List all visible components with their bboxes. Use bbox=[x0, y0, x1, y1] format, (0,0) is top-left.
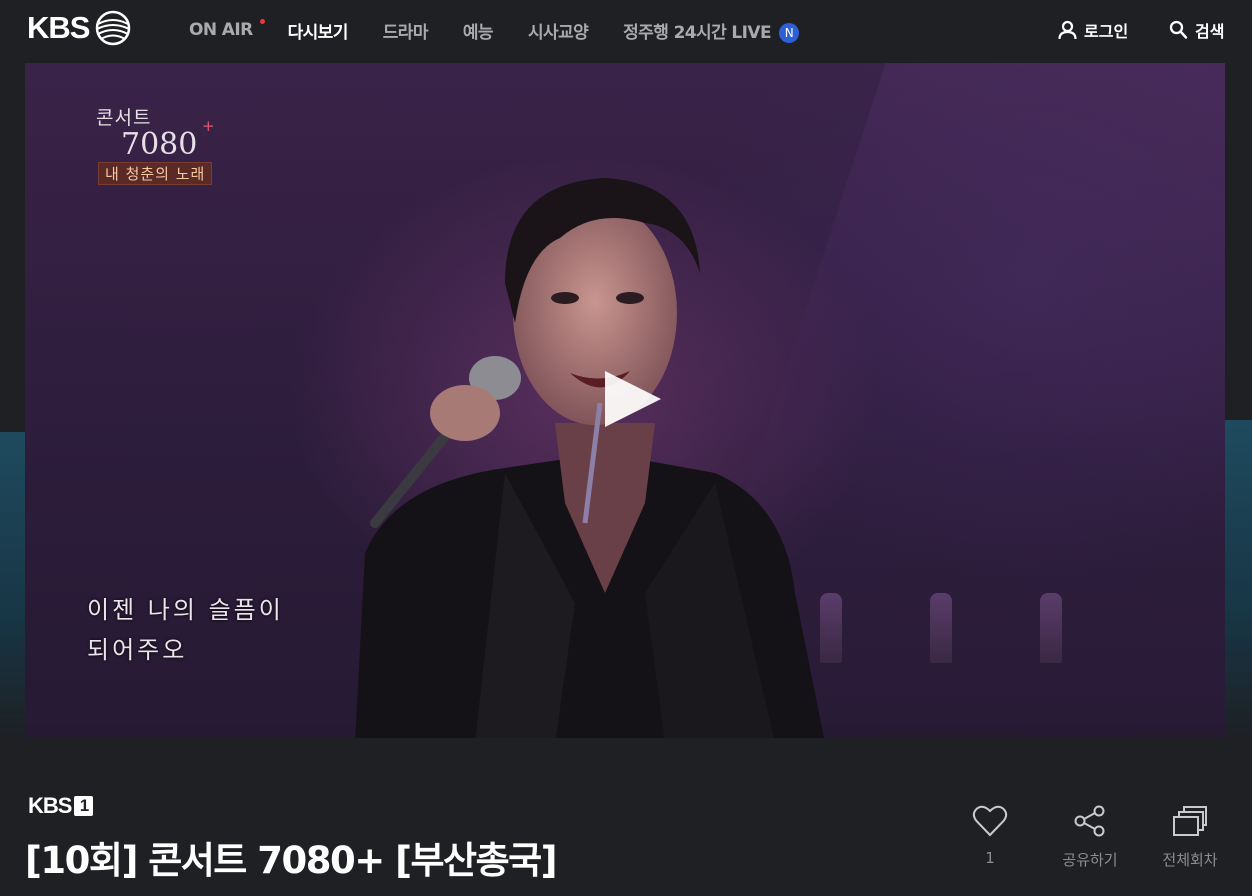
kbs-logo[interactable]: KBS bbox=[27, 10, 131, 46]
share-icon bbox=[1074, 805, 1105, 837]
nav-item-drama[interactable]: 드라마 bbox=[382, 18, 429, 43]
nav-item-on-air[interactable]: ON AIR bbox=[189, 19, 265, 40]
main-nav: ON AIR 다시보기 드라마 예능 시사교양 정주행 24시간 LIVE N bbox=[189, 18, 834, 43]
channel-number: 1 bbox=[74, 796, 94, 816]
all-episodes-button[interactable]: 전체회차 bbox=[1150, 803, 1230, 870]
singer-figure bbox=[355, 178, 824, 738]
heart-icon bbox=[972, 805, 1008, 837]
caption-line: 이젠 나의 슬픔이 bbox=[87, 596, 284, 624]
nav-label: 예능 bbox=[462, 22, 494, 43]
play-icon[interactable] bbox=[603, 369, 663, 429]
nav-item-entertainment[interactable]: 예능 bbox=[462, 18, 494, 43]
search-label: 검색 bbox=[1195, 22, 1225, 41]
search-icon bbox=[1169, 20, 1188, 39]
caption-line: 되어주오 bbox=[87, 636, 188, 664]
program-logo-number: 7080 bbox=[121, 127, 198, 162]
search-button[interactable]: 검색 bbox=[1169, 18, 1224, 42]
nav-item-24h-live[interactable]: 정주행 24시간 LIVE N bbox=[623, 18, 799, 43]
episode-title: [10회] 콘서트 7080+ [부산총국] bbox=[25, 839, 558, 882]
like-count: 1 bbox=[985, 849, 995, 867]
channel-name: KBS bbox=[28, 793, 72, 818]
logo-text: KBS bbox=[27, 10, 90, 45]
new-badge: N bbox=[778, 22, 799, 43]
backdrop-band-right bbox=[1225, 420, 1252, 738]
program-logo-title: 콘서트 bbox=[96, 107, 152, 129]
user-icon bbox=[1058, 20, 1077, 40]
like-button[interactable]: 1 bbox=[950, 803, 1030, 867]
nav-label: 시사교양 bbox=[527, 22, 589, 43]
share-button[interactable]: 공유하기 bbox=[1050, 803, 1130, 870]
program-logo-plus: + bbox=[202, 117, 215, 135]
background-dancer bbox=[820, 593, 842, 663]
share-label: 공유하기 bbox=[1062, 851, 1118, 869]
nav-item-replay[interactable]: 다시보기 bbox=[287, 18, 349, 43]
login-button[interactable]: 로그인 bbox=[1058, 18, 1128, 42]
all-episodes-label: 전체회차 bbox=[1162, 851, 1218, 869]
backdrop-band-left bbox=[0, 432, 25, 738]
nav-item-culture[interactable]: 시사교양 bbox=[527, 18, 589, 43]
kbs-globe-icon bbox=[96, 10, 131, 46]
episodes-icon bbox=[1173, 806, 1207, 836]
background-dancer bbox=[1040, 593, 1062, 663]
nav-label: 정주행 24시간 LIVE bbox=[623, 22, 771, 43]
nav-label: 다시보기 bbox=[287, 22, 349, 43]
program-logo: 콘서트 7080 + 내 청춘의 노래 bbox=[95, 103, 245, 187]
background-dancer bbox=[930, 593, 952, 663]
live-dot-icon bbox=[259, 19, 265, 24]
program-logo-sub: 내 청춘의 노래 bbox=[98, 162, 213, 185]
nav-label: ON AIR bbox=[189, 20, 253, 40]
login-label: 로그인 bbox=[1084, 22, 1129, 41]
nav-label: 드라마 bbox=[382, 22, 429, 43]
top-header: KBS ON AIR 다시보기 드라마 예능 시사교양 정주행 24시간 LIV… bbox=[0, 0, 1252, 60]
channel-logo: KBS 1 bbox=[28, 793, 94, 819]
video-player[interactable]: 콘서트 7080 + 내 청춘의 노래 이젠 나의 슬픔이 되어주오 bbox=[25, 63, 1225, 738]
